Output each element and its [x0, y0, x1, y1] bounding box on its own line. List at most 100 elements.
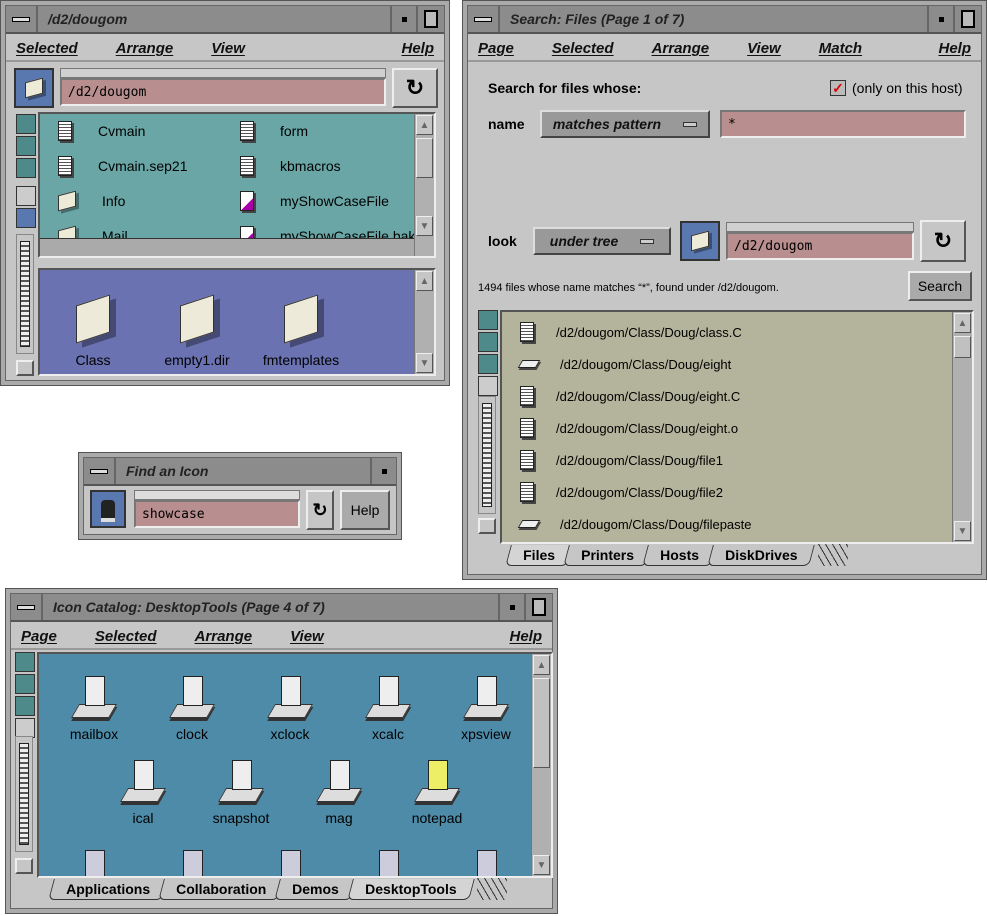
path-history-bar[interactable]	[60, 68, 386, 78]
minimize-button[interactable]	[390, 6, 416, 32]
menu-arrange[interactable]: Arrange	[195, 628, 253, 645]
tab-diskdrives[interactable]: DiskDrives	[706, 545, 815, 566]
corner-button[interactable]	[478, 518, 496, 534]
look-dropdown[interactable]: under tree	[533, 227, 671, 255]
path-input[interactable]: /d2/dougom	[60, 78, 386, 106]
menu-page[interactable]: Page	[21, 628, 57, 645]
icon-size-slider[interactable]	[478, 396, 496, 514]
corner-button[interactable]	[15, 858, 33, 874]
tab-desktoptools[interactable]: DesktopTools	[347, 879, 475, 900]
file-item[interactable]: kbmacros	[240, 153, 341, 179]
icon-view-icon[interactable]	[16, 114, 36, 134]
face-icon[interactable]	[15, 718, 35, 738]
partial-catalog-icon[interactable]	[71, 848, 117, 876]
menu-view[interactable]: View	[290, 628, 324, 645]
result-item[interactable]: /d2/dougom/Class/Doug/eight.o	[520, 416, 738, 440]
file-item[interactable]: form	[240, 118, 308, 144]
list-view-icon[interactable]	[15, 674, 35, 694]
menu-view[interactable]: View	[747, 40, 781, 57]
catalog-item-snapshot[interactable]: snapshot	[196, 758, 286, 826]
folder-drop-icon[interactable]	[680, 221, 720, 261]
tab-collaboration[interactable]: Collaboration	[158, 879, 285, 900]
partial-catalog-icon[interactable]	[169, 848, 215, 876]
icon-size-slider[interactable]	[16, 234, 34, 354]
find-history-bar[interactable]	[134, 490, 300, 500]
file-item[interactable]: Cvmain.sep21	[58, 153, 188, 179]
folder-item[interactable]: Class	[48, 294, 138, 368]
window-menu-button[interactable]	[468, 6, 500, 32]
result-item[interactable]: /d2/dougom/Class/Doug/filepaste	[517, 512, 752, 536]
drop-target-icon[interactable]	[90, 490, 126, 528]
menu-page[interactable]: Page	[478, 40, 514, 57]
help-button[interactable]: Help	[340, 490, 390, 530]
catalog-item-ical[interactable]: ical	[98, 758, 188, 826]
file-item[interactable]: myShowCaseFile	[240, 188, 389, 214]
name-match-dropdown[interactable]: matches pattern	[540, 110, 710, 138]
corner-button[interactable]	[16, 360, 34, 376]
more-tabs-icon[interactable]	[818, 544, 849, 566]
file-item[interactable]: Cvmain	[58, 118, 145, 144]
catalog-item-mag[interactable]: mag	[294, 758, 384, 826]
window-menu-button[interactable]	[84, 458, 116, 484]
catalog-item-notepad[interactable]: notepad	[392, 758, 482, 826]
tab-hosts[interactable]: Hosts	[642, 545, 717, 566]
window-menu-button[interactable]	[11, 594, 43, 620]
list-view-icon[interactable]	[478, 332, 498, 352]
maximize-button[interactable]	[524, 594, 552, 620]
partial-catalog-icon[interactable]	[267, 848, 313, 876]
folder-item[interactable]: empty1.dir	[152, 294, 242, 368]
list-view-icon[interactable]	[16, 136, 36, 156]
tab-applications[interactable]: Applications	[48, 879, 168, 900]
menu-selected[interactable]: Selected	[552, 40, 614, 57]
partial-catalog-icon[interactable]	[365, 848, 411, 876]
face-icon[interactable]	[478, 376, 498, 396]
folder-item[interactable]: fmtemplates	[256, 294, 346, 368]
icon-view-icon[interactable]	[478, 310, 498, 330]
file-item[interactable]: Info	[58, 188, 125, 214]
result-item[interactable]: /d2/dougom/Class/Doug/class.C	[520, 320, 742, 344]
result-item[interactable]: /d2/dougom/Class/Doug/file1	[520, 448, 723, 472]
folder-drop-icon[interactable]	[14, 68, 54, 108]
catalog-item-mailbox[interactable]: mailbox	[49, 674, 139, 742]
icon-view-icon[interactable]	[15, 652, 35, 672]
window-menu-button[interactable]	[6, 6, 38, 32]
search-path-input[interactable]: /d2/dougom	[726, 232, 914, 260]
catalog-item-clock[interactable]: clock	[147, 674, 237, 742]
catalog-scrollbar[interactable]: ▲ ▼	[531, 654, 551, 876]
face-icon[interactable]	[16, 186, 36, 206]
maximize-button[interactable]	[416, 6, 444, 32]
menu-arrange[interactable]: Arrange	[116, 40, 174, 57]
catalog-item-xclock[interactable]: xclock	[245, 674, 335, 742]
path-history-bar[interactable]	[726, 222, 914, 232]
catalog-item-xcalc[interactable]: xcalc	[343, 674, 433, 742]
find-icon-input[interactable]: showcase	[134, 500, 300, 528]
results-scrollbar[interactable]: ▲ ▼	[952, 312, 972, 542]
minimize-button[interactable]	[498, 594, 524, 620]
maximize-button[interactable]	[953, 6, 981, 32]
menu-help[interactable]: Help	[401, 40, 434, 57]
folder-pane-scrollbar[interactable]: ▲ ▼	[414, 270, 434, 374]
menu-arrange[interactable]: Arrange	[652, 40, 710, 57]
catalog-item-xpsview[interactable]: xpsview	[441, 674, 531, 742]
menu-help[interactable]: Help	[509, 628, 542, 645]
menu-selected[interactable]: Selected	[95, 628, 157, 645]
tab-demos[interactable]: Demos	[274, 879, 357, 900]
result-item[interactable]: /d2/dougom/Class/Doug/eight.C	[520, 384, 740, 408]
minimize-button[interactable]	[370, 458, 396, 484]
title-bar[interactable]: /d2/dougom	[6, 6, 444, 34]
menu-selected[interactable]: Selected	[16, 40, 78, 57]
partial-catalog-icon[interactable]	[463, 848, 509, 876]
search-button[interactable]: Search	[908, 271, 972, 301]
grid-view-icon[interactable]	[16, 158, 36, 178]
host-only-checkbox[interactable]: ✓	[830, 80, 846, 96]
refresh-button[interactable]: ↻	[392, 68, 438, 108]
icon-size-slider[interactable]	[15, 736, 33, 852]
grid-view-icon[interactable]	[15, 696, 35, 716]
title-bar[interactable]: Search: Files (Page 1 of 7)	[468, 6, 981, 34]
ruler-icon[interactable]	[16, 208, 36, 228]
menu-view[interactable]: View	[211, 40, 245, 57]
refresh-button[interactable]: ↻	[920, 220, 966, 262]
tab-printers[interactable]: Printers	[563, 545, 652, 566]
title-bar[interactable]: Find an Icon	[84, 458, 396, 486]
menu-match[interactable]: Match	[819, 40, 862, 57]
